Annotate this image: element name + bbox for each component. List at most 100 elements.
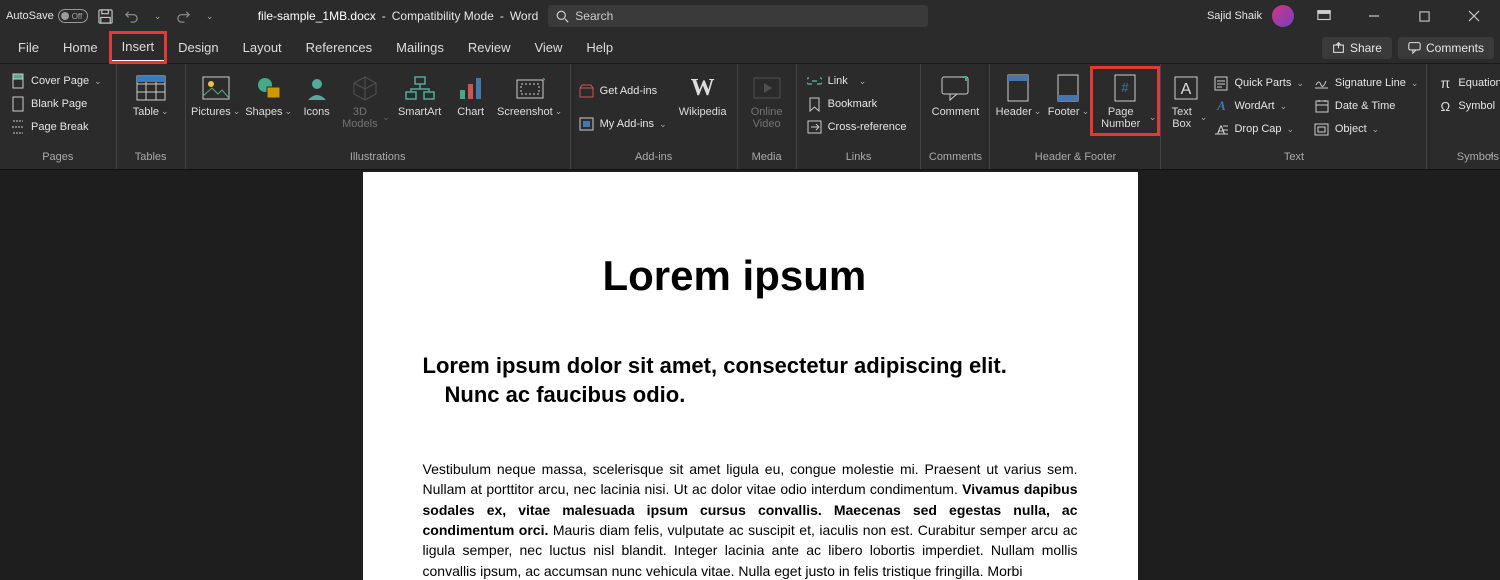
symbol-button[interactable]: Ω Symbol⌄ xyxy=(1433,95,1500,117)
tab-home[interactable]: Home xyxy=(51,32,110,63)
document-page[interactable]: Lorem ipsum Lorem ipsum dolor sit amet, … xyxy=(363,172,1138,580)
chart-button[interactable]: Chart xyxy=(450,70,492,120)
group-text: A Text Box⌄ Quick Parts⌄ A WordArt⌄ A Dr… xyxy=(1161,64,1427,169)
shapes-button[interactable]: Shapes⌄ xyxy=(244,70,294,120)
tab-mailings[interactable]: Mailings xyxy=(384,32,456,63)
group-tables: Table⌄ Tables xyxy=(117,64,186,169)
undo-icon[interactable] xyxy=(124,8,140,24)
wikipedia-icon: W xyxy=(687,72,719,104)
share-icon xyxy=(1332,41,1345,54)
footer-button[interactable]: Footer⌄ xyxy=(1044,70,1092,120)
page-number-button[interactable]: # Page Number⌄ xyxy=(1094,70,1156,132)
close-button[interactable] xyxy=(1454,2,1494,30)
quick-parts-icon xyxy=(1213,75,1229,91)
autosave-toggle[interactable]: Off xyxy=(58,9,88,23)
page-break-button[interactable]: Page Break xyxy=(6,116,92,138)
header-button[interactable]: Header⌄ xyxy=(994,70,1042,120)
document-body[interactable]: Vestibulum neque massa, scelerisque sit … xyxy=(423,459,1078,580)
bookmark-button[interactable]: Bookmark xyxy=(803,93,882,115)
tab-insert[interactable]: Insert xyxy=(110,32,167,63)
wordart-button[interactable]: A WordArt⌄ xyxy=(1209,95,1307,117)
wikipedia-button[interactable]: W Wikipedia xyxy=(673,70,733,120)
search-placeholder: Search xyxy=(575,9,613,23)
minimize-button[interactable] xyxy=(1354,2,1394,30)
signature-icon xyxy=(1314,75,1330,91)
document-area[interactable]: Lorem ipsum Lorem ipsum dolor sit amet, … xyxy=(0,170,1500,580)
group-label-tables: Tables xyxy=(121,151,181,169)
online-video-button: Online Video xyxy=(742,70,792,132)
get-addins-button[interactable]: Get Add-ins xyxy=(575,80,671,102)
comment-button[interactable]: Comment xyxy=(925,70,985,120)
drop-cap-icon: A xyxy=(1213,121,1229,137)
maximize-button[interactable] xyxy=(1404,2,1444,30)
cover-page-icon xyxy=(10,73,26,89)
cross-ref-icon xyxy=(807,119,823,135)
icons-button[interactable]: Icons xyxy=(296,70,338,120)
quick-access-toolbar: ⌄ ⌄ xyxy=(98,8,218,24)
document-subtitle[interactable]: Lorem ipsum dolor sit amet, consectetur … xyxy=(423,352,1078,409)
collapse-ribbon-button[interactable]: ⌃ xyxy=(1487,152,1496,165)
comments-button[interactable]: Comments xyxy=(1398,37,1494,59)
group-label-addins: Add-ins xyxy=(575,151,733,169)
tab-layout[interactable]: Layout xyxy=(231,32,294,63)
cube-icon xyxy=(349,72,381,104)
link-button[interactable]: Link⌄ xyxy=(803,70,871,92)
group-label-comments: Comments xyxy=(925,151,985,169)
icons-icon xyxy=(301,72,333,104)
screenshot-icon xyxy=(514,72,546,104)
smartart-button[interactable]: SmartArt xyxy=(392,70,448,120)
share-button[interactable]: Share xyxy=(1322,37,1392,59)
tab-references[interactable]: References xyxy=(294,32,384,63)
tab-help[interactable]: Help xyxy=(574,32,625,63)
group-label-links: Links xyxy=(801,151,917,169)
equation-icon: π xyxy=(1437,75,1453,91)
header-icon xyxy=(1002,72,1034,104)
undo-dropdown[interactable]: ⌄ xyxy=(150,8,166,24)
my-addins-button[interactable]: My Add-ins⌄ xyxy=(575,113,671,135)
screenshot-button[interactable]: Screenshot⌄ xyxy=(494,70,566,120)
pictures-button[interactable]: Pictures⌄ xyxy=(190,70,242,120)
save-icon[interactable] xyxy=(98,8,114,24)
text-box-button[interactable]: A Text Box⌄ xyxy=(1165,70,1207,132)
store-icon xyxy=(579,83,595,99)
document-title[interactable]: Lorem ipsum xyxy=(603,252,1078,300)
tab-view[interactable]: View xyxy=(522,32,574,63)
page-break-icon xyxy=(10,119,26,135)
qat-customize[interactable]: ⌄ xyxy=(202,8,218,24)
tab-review[interactable]: Review xyxy=(456,32,523,63)
redo-icon[interactable] xyxy=(176,8,192,24)
drop-cap-button[interactable]: A Drop Cap⌄ xyxy=(1209,118,1307,140)
text-box-icon: A xyxy=(1170,72,1202,104)
comment-icon xyxy=(939,72,971,104)
group-label-text: Text xyxy=(1165,151,1422,169)
group-comments: Comment Comments xyxy=(921,64,990,169)
blank-page-button[interactable]: Blank Page xyxy=(6,93,91,115)
ribbon-mode-icon[interactable] xyxy=(1304,2,1344,30)
ribbon-tabs: File Home Insert Design Layout Reference… xyxy=(0,32,1500,64)
table-button[interactable]: Table⌄ xyxy=(121,70,181,120)
cover-page-button[interactable]: Cover Page⌄ xyxy=(6,70,106,92)
quick-parts-button[interactable]: Quick Parts⌄ xyxy=(1209,72,1307,94)
signature-line-button[interactable]: Signature Line⌄ xyxy=(1310,72,1423,94)
date-time-button[interactable]: Date & Time xyxy=(1310,95,1423,117)
equation-button[interactable]: π Equation⌄ xyxy=(1433,72,1500,94)
user-avatar[interactable] xyxy=(1272,5,1294,27)
tab-file[interactable]: File xyxy=(6,32,51,63)
video-icon xyxy=(751,72,783,104)
link-icon xyxy=(807,73,823,89)
chart-icon xyxy=(455,72,487,104)
window-title: file-sample_1MB.docx - Compatibility Mod… xyxy=(258,9,539,23)
group-header-footer: Header⌄ Footer⌄ # Page Number⌄ Header & … xyxy=(990,64,1161,169)
object-button[interactable]: Object⌄ xyxy=(1310,118,1423,140)
autosave-control[interactable]: AutoSave Off xyxy=(6,9,88,23)
symbol-icon: Ω xyxy=(1437,98,1453,114)
tab-design[interactable]: Design xyxy=(166,32,230,63)
cross-reference-button[interactable]: Cross-reference xyxy=(803,116,911,138)
pictures-icon xyxy=(200,72,232,104)
shapes-icon xyxy=(253,72,285,104)
blank-page-icon xyxy=(10,96,26,112)
group-label-pages: Pages xyxy=(4,151,112,169)
search-box[interactable]: Search xyxy=(548,5,928,27)
user-name[interactable]: Sajid Shaik xyxy=(1207,10,1262,22)
search-icon xyxy=(556,10,569,23)
